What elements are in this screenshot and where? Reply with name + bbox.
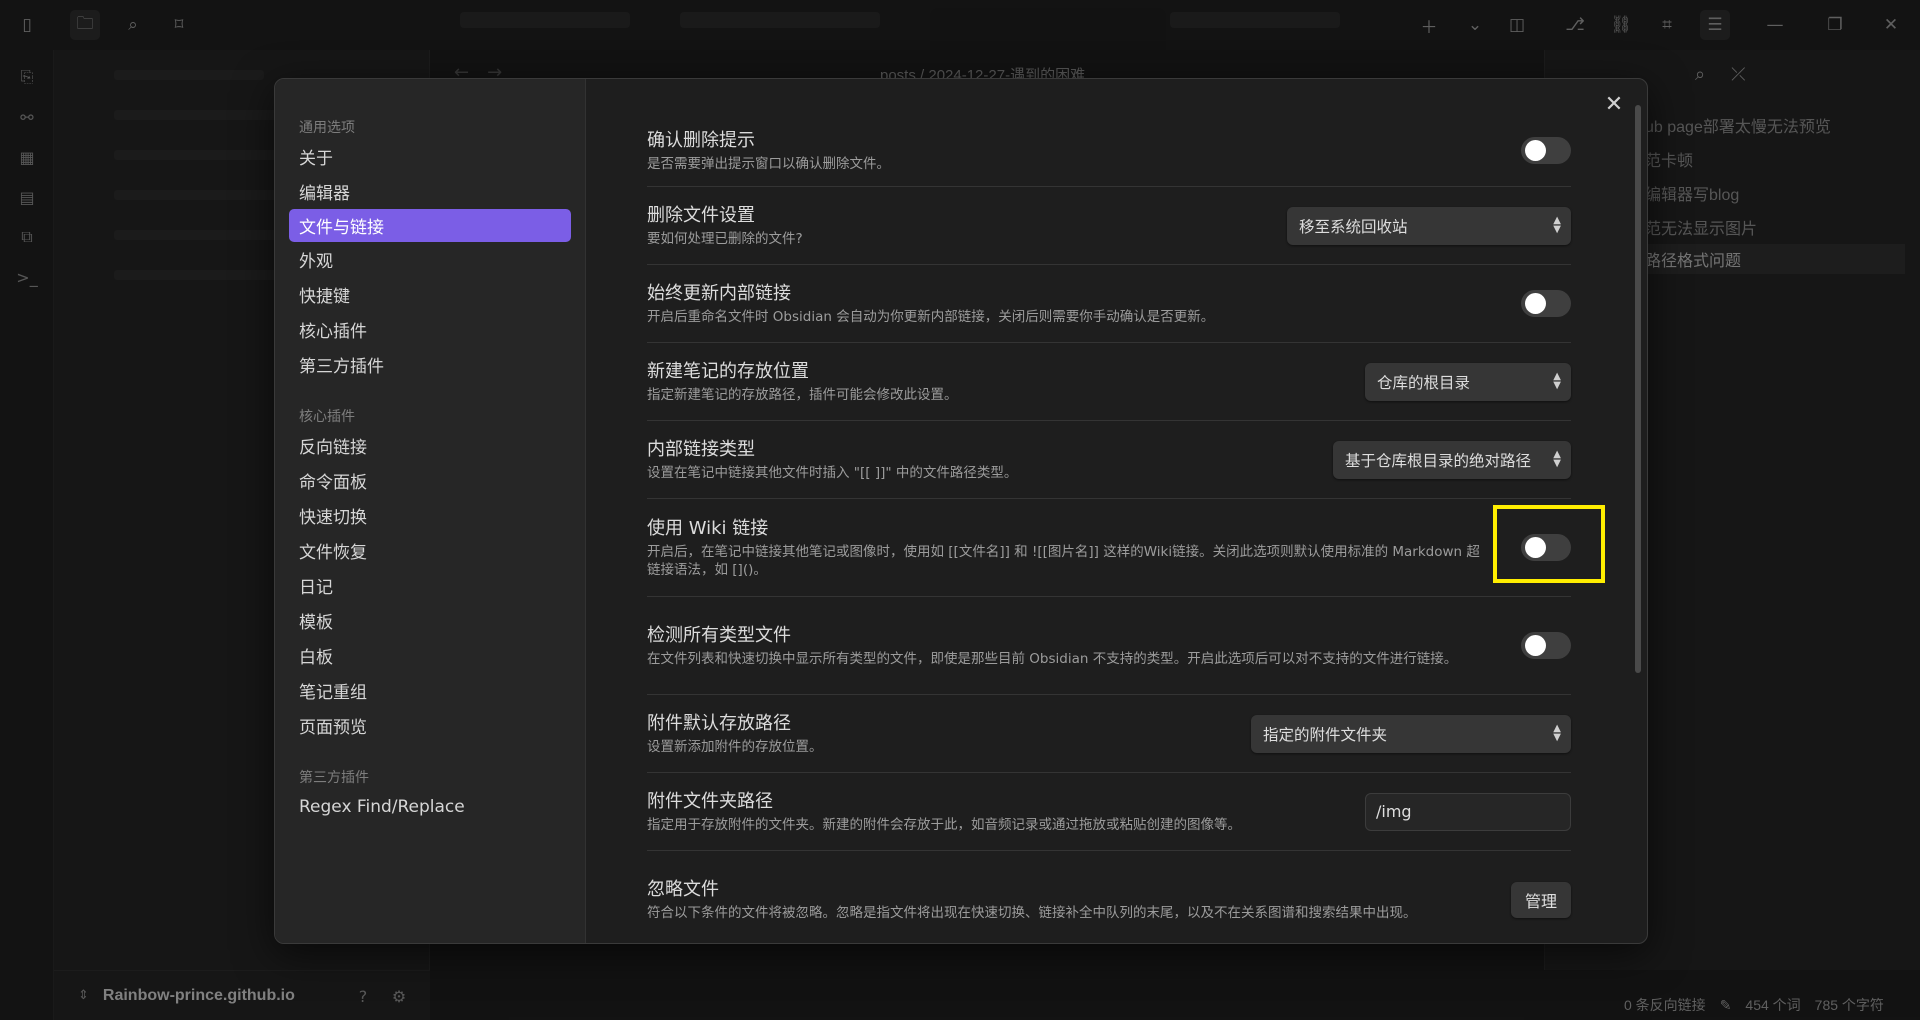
setting-desc: 符合以下条件的文件将被忽略。忽略是指文件将出现在快速切换、链接补全中队列的末尾，… <box>647 905 1417 921</box>
sidebar-item-backlinks[interactable]: 反向链接 <box>289 428 571 463</box>
attachment-location-select[interactable]: 指定的附件文件夹 ▲ ▼ <box>1251 714 1571 753</box>
setting-link-format: 内部链接类型 设置在笔记中链接其他文件时插入 "[[ ]]" 中的文件路径类型。… <box>647 421 1571 499</box>
confirm-delete-toggle[interactable] <box>1521 137 1571 164</box>
setting-desc: 开启后重命名文件时 Obsidian 会自动为你更新内部链接，关闭后则需要你手动… <box>647 308 1215 325</box>
sidebar-section-title: 通用选项 <box>299 120 355 136</box>
sidebar-item-files-links[interactable]: 文件与链接 <box>289 209 571 242</box>
deleted-files-select[interactable]: 移至系统回收站 ▲ ▼ <box>1287 206 1571 245</box>
sidebar-section-title: 第三方插件 <box>299 770 369 786</box>
sidebar-item-regex-find-replace[interactable]: Regex Find/Replace <box>289 789 571 824</box>
sidebar-item-note-composer[interactable]: 笔记重组 <box>289 673 571 708</box>
sidebar-item-templates[interactable]: 模板 <box>289 603 571 638</box>
sidebar-item-about[interactable]: 关于 <box>289 139 571 174</box>
setting-name: 新建笔记的存放位置 <box>647 360 809 382</box>
setting-name: 附件默认存放路径 <box>647 712 791 734</box>
link-format-select[interactable]: 基于仓库根目录的绝对路径 ▲ ▼ <box>1333 440 1571 479</box>
manage-excluded-button[interactable]: 管理 <box>1510 882 1571 918</box>
attachment-folder-input[interactable] <box>1365 792 1571 831</box>
setting-name: 附件文件夹路径 <box>647 790 773 812</box>
sidebar-item-community-plugins[interactable]: 第三方插件 <box>289 347 571 382</box>
setting-attachment-location: 附件默认存放路径 设置新添加附件的存放位置。 指定的附件文件夹 ▲ ▼ <box>647 695 1571 773</box>
setting-auto-update-links: 始终更新内部链接 开启后重命名文件时 Obsidian 会自动为你更新内部链接，… <box>647 265 1571 343</box>
new-note-location-select[interactable]: 仓库的根目录 ▲ ▼ <box>1365 362 1571 401</box>
sidebar-section-title: 核心插件 <box>299 409 355 425</box>
sidebar-item-appearance[interactable]: 外观 <box>289 242 571 277</box>
setting-name: 确认删除提示 <box>647 129 755 151</box>
select-chevron-icon: ▲ ▼ <box>1553 214 1561 235</box>
sidebar-item-editor[interactable]: 编辑器 <box>289 174 571 209</box>
sidebar-item-daily-notes[interactable]: 日记 <box>289 568 571 603</box>
sidebar-item-core-plugins[interactable]: 核心插件 <box>289 312 571 347</box>
select-chevron-icon: ▲ ▼ <box>1553 722 1561 743</box>
setting-name: 删除文件设置 <box>647 204 755 226</box>
setting-desc: 指定用于存放附件的文件夹。新建的附件会存放于此，如音频记录或通过拖放或粘贴创建的… <box>647 816 1241 833</box>
setting-desc: 在文件列表和快速切换中显示所有类型的文件，即使是那些目前 Obsidian 不支… <box>647 650 1458 667</box>
setting-excluded-files: 忽略文件 符合以下条件的文件将被忽略。忽略是指文件将出现在快速切换、链接补全中队… <box>647 851 1571 943</box>
close-icon[interactable]: ✕ <box>1599 89 1629 119</box>
setting-desc: 设置在笔记中链接其他文件时插入 "[[ ]]" 中的文件路径类型。 <box>647 464 1018 481</box>
setting-detect-all-extensions: 检测所有类型文件 在文件列表和快速切换中显示所有类型的文件，即使是那些目前 Ob… <box>647 597 1571 695</box>
settings-content: 确认删除提示 是否需要弹出提示窗口以确认删除文件。 删除文件设置 要如何处理已删… <box>586 79 1647 943</box>
setting-name: 忽略文件 <box>647 879 719 900</box>
settings-sidebar: 通用选项 关于 编辑器 文件与链接 外观 快捷键 核心插件 第三方插件 核心插件… <box>275 79 586 943</box>
setting-name: 使用 Wiki 链接 <box>647 517 769 539</box>
setting-name: 检测所有类型文件 <box>647 624 791 646</box>
select-chevron-icon: ▲ ▼ <box>1553 370 1561 391</box>
sidebar-item-command-palette[interactable]: 命令面板 <box>289 463 571 498</box>
setting-attachment-folder: 附件文件夹路径 指定用于存放附件的文件夹。新建的附件会存放于此，如音频记录或通过… <box>647 773 1571 851</box>
setting-name: 始终更新内部链接 <box>647 282 791 304</box>
setting-desc: 开启后，在笔记中链接其他笔记或图像时，使用如 [[文件名]] 和 ![[图片名]… <box>647 543 1480 578</box>
setting-desc: 是否需要弹出提示窗口以确认删除文件。 <box>647 155 890 172</box>
sidebar-item-hotkeys[interactable]: 快捷键 <box>289 277 571 312</box>
select-chevron-icon: ▲ ▼ <box>1553 448 1561 469</box>
highlight-box <box>1493 505 1605 583</box>
auto-update-links-toggle[interactable] <box>1521 290 1571 317</box>
sidebar-item-page-preview[interactable]: 页面预览 <box>289 708 571 743</box>
setting-name: 内部链接类型 <box>647 438 755 460</box>
setting-desc: 要如何处理已删除的文件? <box>647 230 803 247</box>
settings-modal: 通用选项 关于 编辑器 文件与链接 外观 快捷键 核心插件 第三方插件 核心插件… <box>274 78 1648 944</box>
setting-desc: 指定新建笔记的存放路径，插件可能会修改此设置。 <box>647 386 958 403</box>
scrollbar[interactable] <box>1635 105 1641 673</box>
setting-new-note-location: 新建笔记的存放位置 指定新建笔记的存放路径，插件可能会修改此设置。 仓库的根目录… <box>647 343 1571 421</box>
detect-all-extensions-toggle[interactable] <box>1521 632 1571 659</box>
sidebar-item-quick-switcher[interactable]: 快速切换 <box>289 498 571 533</box>
setting-deleted-files: 删除文件设置 要如何处理已删除的文件? 移至系统回收站 ▲ ▼ <box>647 187 1571 265</box>
sidebar-item-canvas[interactable]: 白板 <box>289 638 571 673</box>
setting-use-wikilinks: 使用 Wiki 链接 开启后，在笔记中链接其他笔记或图像时，使用如 [[文件名]… <box>647 499 1605 597</box>
setting-desc: 设置新添加附件的存放位置。 <box>647 738 823 755</box>
sidebar-item-file-recovery[interactable]: 文件恢复 <box>289 533 571 568</box>
setting-confirm-delete: 确认删除提示 是否需要弹出提示窗口以确认删除文件。 <box>647 115 1571 187</box>
